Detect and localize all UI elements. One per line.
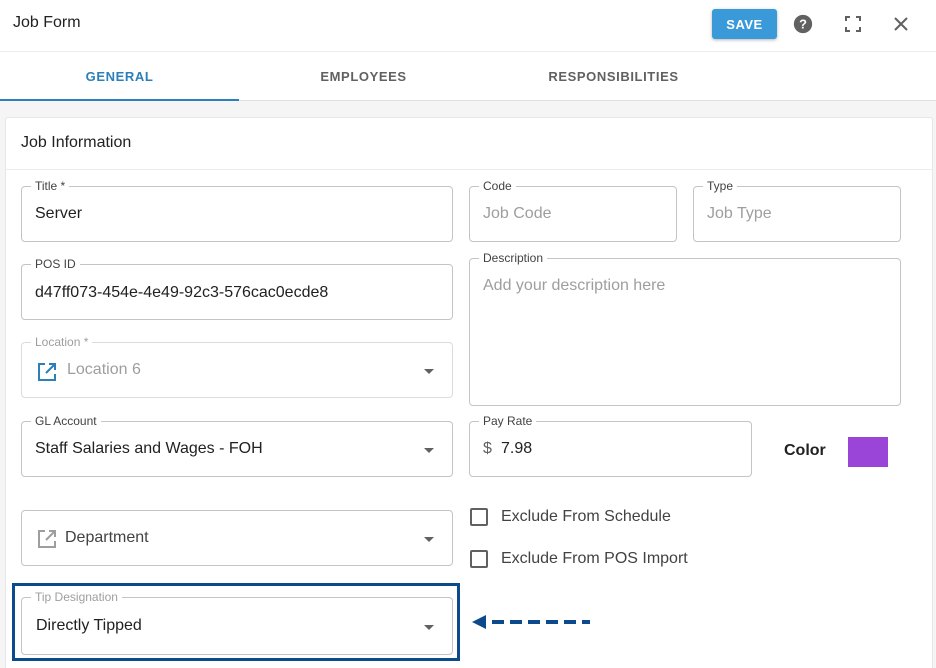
location-select[interactable]: Location * Location 6 (21, 334, 453, 398)
save-button[interactable]: SAVE (712, 9, 777, 39)
exclude-from-schedule-label: Exclude From Schedule (501, 508, 671, 525)
code-placeholder: Job Code (483, 205, 552, 222)
close-icon[interactable] (889, 12, 913, 36)
exclude-from-pos-import-checkbox[interactable] (470, 550, 488, 568)
code-field[interactable]: Code Job Code (469, 178, 677, 242)
location-label: Location * (31, 334, 93, 350)
description-label: Description (479, 250, 548, 266)
svg-text:?: ? (799, 17, 807, 32)
department-placeholder: Department (65, 529, 149, 546)
pos-id-field[interactable]: POS ID d47ff073-454e-4e49-92c3-576cac0ec… (21, 256, 453, 320)
pos-id-label: POS ID (31, 256, 80, 272)
title-field[interactable]: Title * Server (21, 178, 453, 242)
card-title: Job Information (21, 134, 132, 151)
type-placeholder: Job Type (707, 205, 772, 222)
exclude-from-schedule-checkbox[interactable] (470, 508, 488, 526)
title-label: Title * (31, 178, 70, 194)
help-icon[interactable]: ? (791, 12, 815, 36)
highlight-box (12, 583, 460, 661)
pos-id-value: d47ff073-454e-4e49-92c3-576cac0ecde8 (35, 284, 329, 301)
exclude-from-pos-import-row[interactable]: Exclude From POS Import (470, 550, 688, 568)
arrow-left-icon (472, 615, 590, 629)
description-field[interactable]: Description Add your description here (469, 250, 901, 406)
pay-rate-field[interactable]: Pay Rate $ 7.98 (469, 413, 752, 477)
pay-rate-value: 7.98 (501, 440, 533, 457)
type-field[interactable]: Type Job Type (693, 178, 901, 242)
location-value: Location 6 (67, 361, 141, 378)
type-label: Type (703, 178, 738, 194)
exclude-from-schedule-row[interactable]: Exclude From Schedule (470, 508, 671, 526)
gl-account-value: Staff Salaries and Wages - FOH (35, 440, 263, 457)
color-swatch[interactable] (848, 437, 888, 467)
code-label: Code (479, 178, 516, 194)
form-title: Job Form (13, 14, 81, 31)
form-header: Job Form SAVE ? (0, 0, 936, 52)
tab-bar: GENERAL EMPLOYEES RESPONSIBILITIES (0, 52, 936, 101)
gl-account-label: GL Account (31, 413, 101, 429)
pay-rate-label: Pay Rate (479, 413, 537, 429)
chevron-down-icon (424, 448, 434, 453)
fullscreen-icon[interactable] (841, 12, 865, 36)
color-label: Color (784, 442, 826, 459)
department-select[interactable]: Department (21, 510, 453, 566)
card-divider (5, 169, 933, 170)
tab-responsibilities[interactable]: RESPONSIBILITIES (494, 52, 733, 101)
tab-general[interactable]: GENERAL (0, 52, 239, 101)
chevron-down-icon (424, 369, 434, 374)
chevron-down-icon (424, 537, 434, 542)
open-in-new-icon[interactable] (36, 528, 58, 550)
exclude-from-pos-import-label: Exclude From POS Import (501, 550, 688, 567)
open-in-new-icon[interactable] (36, 361, 58, 383)
description-placeholder: Add your description here (483, 277, 666, 294)
tab-employees[interactable]: EMPLOYEES (244, 52, 483, 101)
gl-account-select[interactable]: GL Account Staff Salaries and Wages - FO… (21, 413, 453, 477)
title-value: Server (35, 205, 83, 222)
currency-prefix: $ (483, 440, 492, 457)
